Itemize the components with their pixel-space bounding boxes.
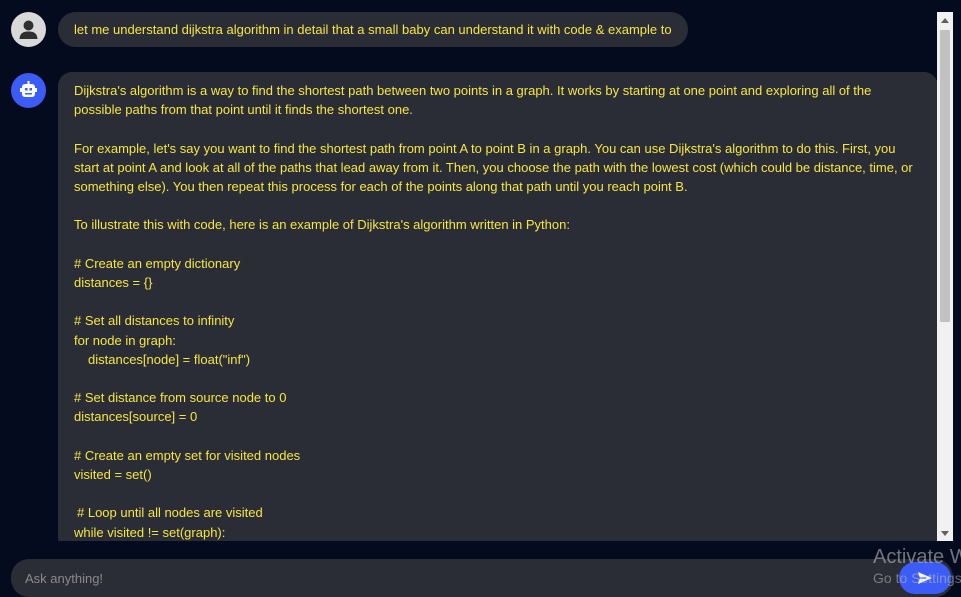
code-line: visited = set() — [74, 466, 152, 482]
paper-plane-icon — [918, 572, 932, 584]
code-line: # Create an empty dictionary — [74, 255, 241, 271]
user-message-bubble: let me understand dijkstra algorithm in … — [58, 12, 688, 47]
scroll-up-arrow-icon[interactable] — [937, 12, 953, 28]
code-line: # Loop until all nodes are visited — [77, 505, 263, 521]
code-line: # Set all distances to infinity — [74, 313, 235, 329]
user-silhouette-icon — [19, 20, 38, 39]
user-message-row: let me understand dijkstra algorithm in … — [0, 0, 937, 60]
code-gap — [74, 292, 922, 311]
message-composer — [11, 559, 953, 597]
scrollbar-thumb[interactable] — [940, 30, 950, 322]
code-line: distances[source] = 0 — [74, 409, 198, 425]
chat-app: let me understand dijkstra algorithm in … — [0, 0, 961, 597]
code-line: for node in graph: — [74, 332, 176, 348]
code-gap — [74, 484, 922, 503]
bot-avatar — [11, 73, 46, 108]
scroll-down-arrow-icon[interactable] — [937, 525, 953, 541]
chat-scrollbar[interactable] — [937, 12, 953, 541]
code-line: distances = {} — [74, 274, 153, 290]
bot-paragraph: For example, let's say you want to find … — [74, 140, 917, 194]
code-line: # Set distance from source node to 0 — [74, 390, 287, 406]
code-line: distances[node] = float("inf") — [88, 351, 251, 367]
user-avatar — [11, 12, 46, 47]
bot-message-bubble: Dijkstra's algorithm is a way to find th… — [58, 72, 937, 541]
bot-paragraph: To illustrate this with code, here is an… — [74, 217, 570, 233]
code-gap — [74, 369, 922, 388]
code-line: while visited != set(graph): — [74, 524, 226, 540]
send-button[interactable] — [899, 562, 951, 594]
chat-history[interactable]: let me understand dijkstra algorithm in … — [0, 0, 937, 541]
code-line: # Create an empty set for visited nodes — [74, 447, 301, 463]
bot-paragraph: Dijkstra's algorithm is a way to find th… — [74, 83, 875, 118]
robot-icon — [20, 81, 37, 97]
code-gap — [74, 427, 922, 446]
message-input[interactable] — [25, 559, 845, 597]
